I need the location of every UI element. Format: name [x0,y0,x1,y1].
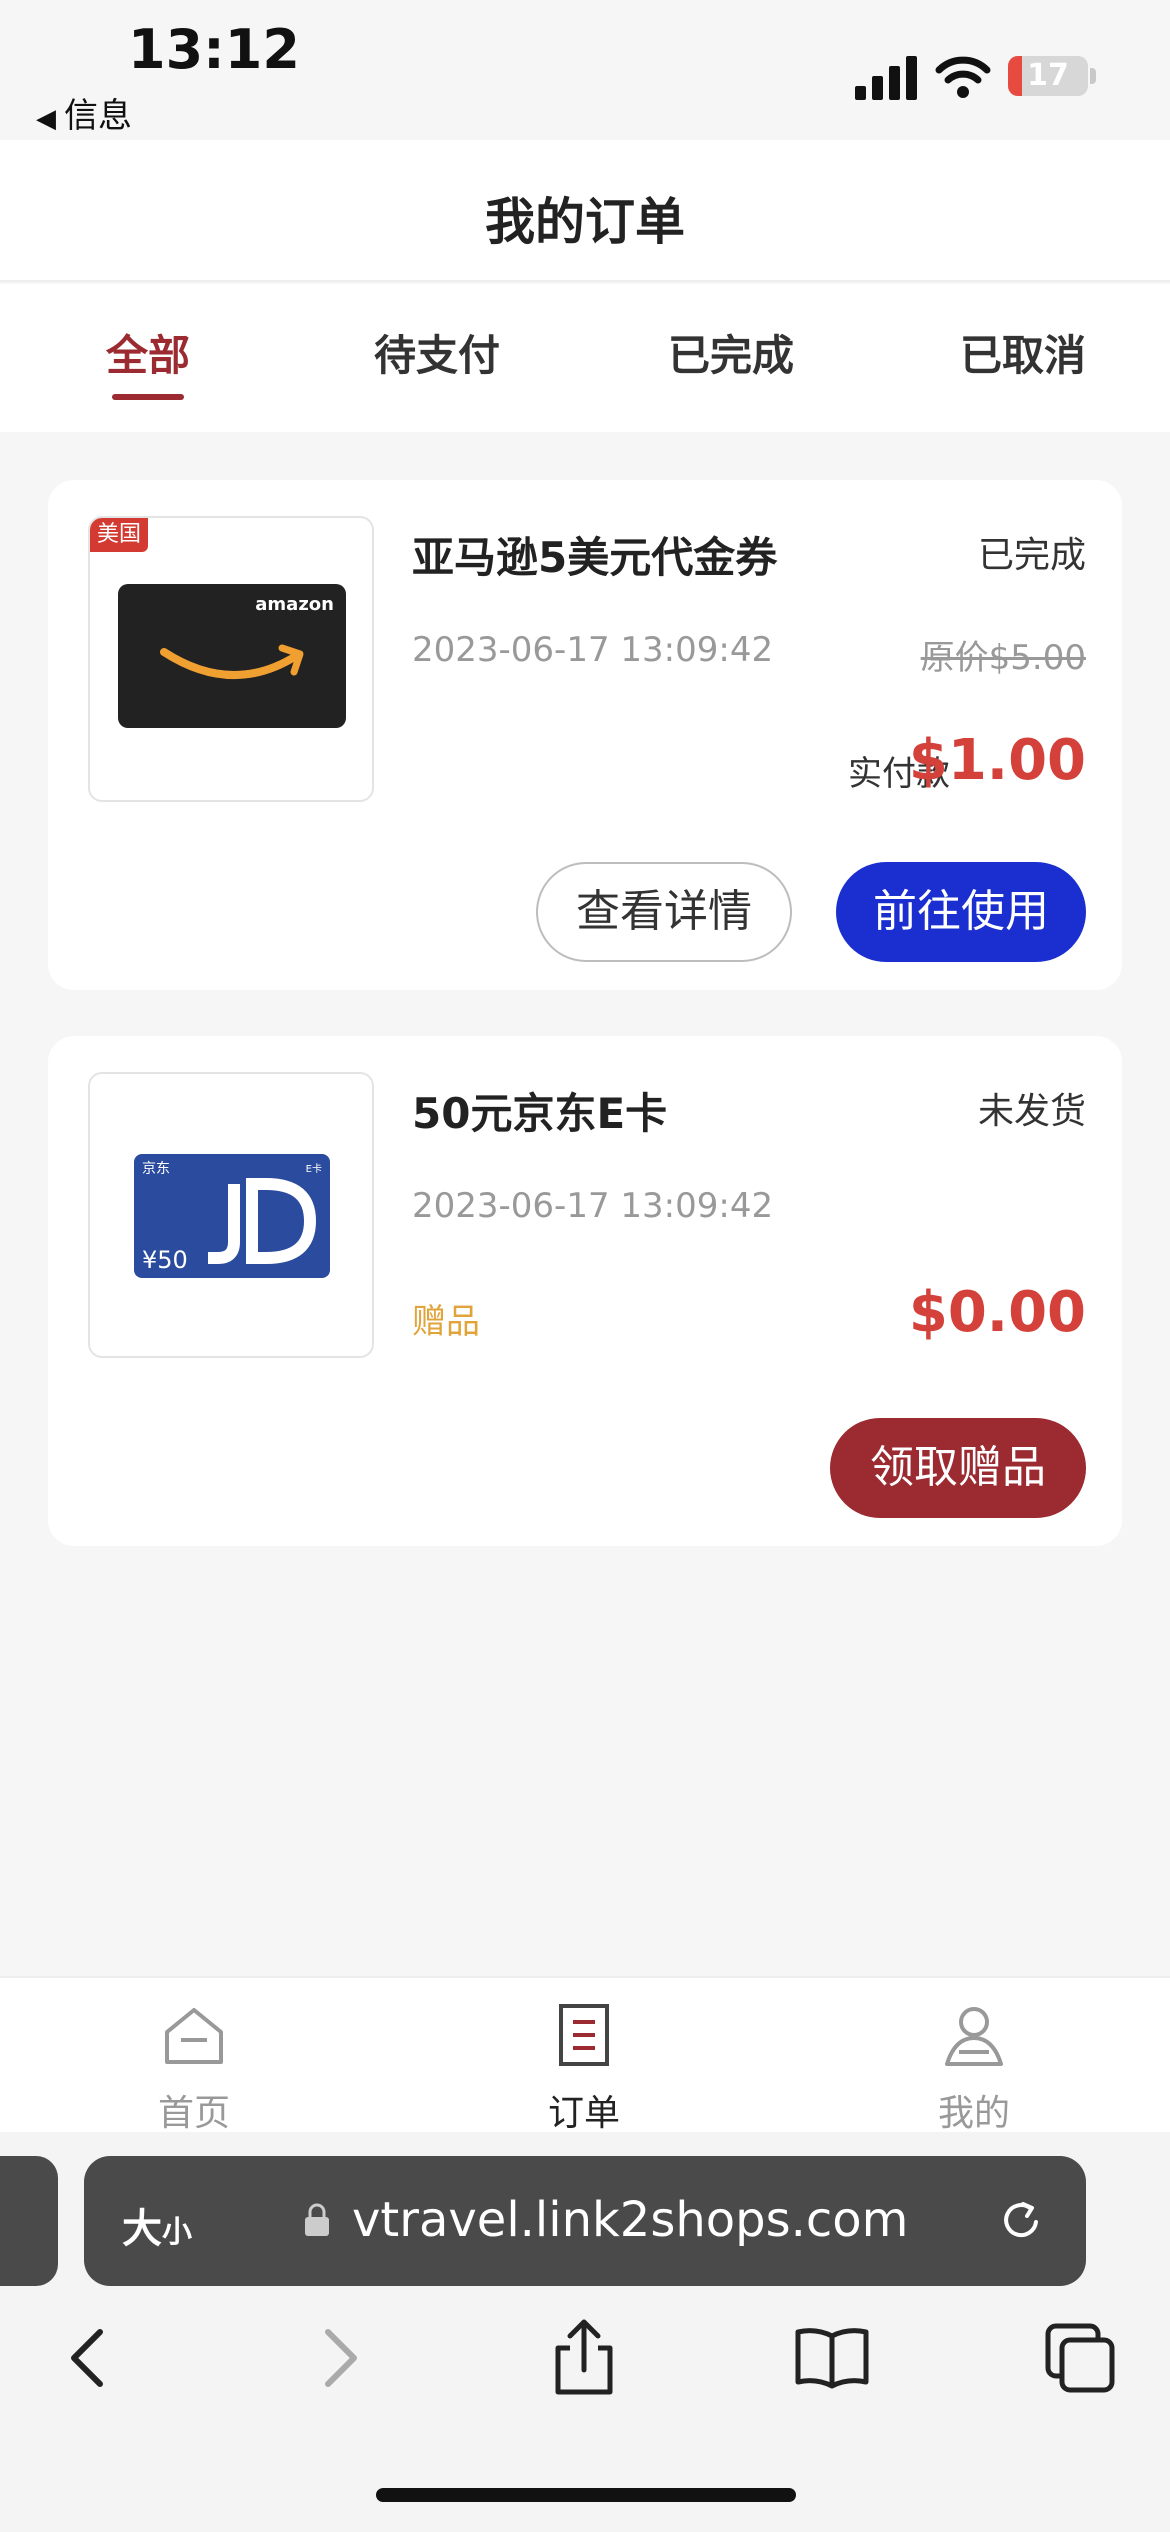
original-price: 原价$5.00 [920,638,1086,678]
order-icon [559,2004,609,2066]
share-icon[interactable] [544,2318,624,2398]
back-to-app-link[interactable]: ◀ 信息 [36,88,132,137]
profile-icon [945,2007,1003,2066]
gift-label: 赠品 [412,1302,480,1342]
nav-label: 我的 [937,2093,1010,2134]
back-arrow-icon[interactable] [48,2318,128,2398]
tab-pending-payment[interactable]: 待支付 [372,322,502,383]
tab-cancelled[interactable]: 已取消 [958,322,1088,383]
product-thumbnail[interactable]: 京东 E卡 ¥50 [88,1072,374,1358]
page-title: 我的订单 [485,193,685,251]
battery-percent: 17 [1027,58,1069,93]
order-status: 未发货 [977,1091,1086,1132]
text-size-button[interactable]: 大小 [122,2196,192,2254]
previous-tab-preview[interactable] [0,2156,58,2286]
tab-completed[interactable]: 已完成 [666,322,796,383]
tab-active-underline [112,394,184,400]
home-icon [165,2008,223,2064]
nav-item-profile[interactable]: 我的 [874,2000,1074,2136]
paid-amount: $1.00 [908,728,1086,793]
battery-icon: 17 [1008,56,1088,96]
text-size-small: 小 [162,2215,192,2250]
nav-label: 订单 [547,2093,620,2134]
battery-tip [1090,68,1096,84]
tab-label: 已取消 [959,331,1086,380]
text-size-large: 大 [122,2206,162,2252]
nav-item-orders[interactable]: 订单 [484,2000,684,2136]
forward-arrow-icon[interactable] [300,2318,380,2398]
amazon-smile-icon [160,644,304,680]
bottom-nav: 首页 订单 我的 [0,1976,1170,2134]
home-indicator [376,2488,796,2502]
view-details-button[interactable]: 查看详情 [536,862,792,962]
reload-icon[interactable] [996,2196,1046,2246]
order-date: 2023-06-17 13:09:42 [412,630,774,670]
amazon-gift-card-image: amazon [118,584,346,728]
go-use-button[interactable]: 前往使用 [836,862,1086,962]
card-face-value: ¥50 [142,1246,188,1274]
tab-label: 待支付 [373,331,500,380]
tab-all[interactable]: 全部 [100,322,196,400]
order-card: 美国 amazon 亚马逊5美元代金券 已完成 2023-06-17 13:09… [48,480,1122,990]
paid-amount: $0.00 [908,1280,1086,1345]
product-thumbnail[interactable]: 美国 amazon [88,516,374,802]
back-label: 信息 [64,96,132,136]
order-date: 2023-06-17 13:09:42 [412,1186,774,1226]
nav-item-home[interactable]: 首页 [94,2000,294,2136]
back-triangle-icon: ◀ [36,104,56,134]
address-bar[interactable]: 大小 vtravel.link2shops.com [84,2156,1086,2286]
region-tag: 美国 [90,518,148,552]
product-title: 50元京东E卡 [412,1089,668,1138]
status-bar: 13:12 ◀ 信息 17 [0,0,1170,140]
signal-icon [855,56,917,100]
url-text: vtravel.link2shops.com [352,2192,909,2248]
jd-gift-card-image: 京东 E卡 ¥50 [134,1154,330,1278]
order-card: 京东 E卡 ¥50 50元京东E卡 未发货 2023-06-17 13:09:4… [48,1036,1122,1546]
tab-label: 已完成 [667,331,794,380]
browser-toolbar: 大小 vtravel.link2shops.com [0,2132,1170,2532]
wifi-icon [935,56,991,98]
claim-gift-button[interactable]: 领取赠品 [830,1418,1086,1518]
bookmarks-icon[interactable] [792,2318,872,2398]
tab-label: 全部 [105,331,190,380]
order-tabs: 全部 待支付 已完成 已取消 [0,284,1170,432]
page-header: 我的订单 [0,140,1170,282]
lock-icon [305,2203,329,2236]
nav-label: 首页 [157,2093,230,2134]
tabs-icon[interactable] [1040,2318,1120,2398]
product-title: 亚马逊5美元代金券 [412,533,778,582]
status-time: 13:12 [128,18,300,81]
order-status: 已完成 [977,535,1086,576]
